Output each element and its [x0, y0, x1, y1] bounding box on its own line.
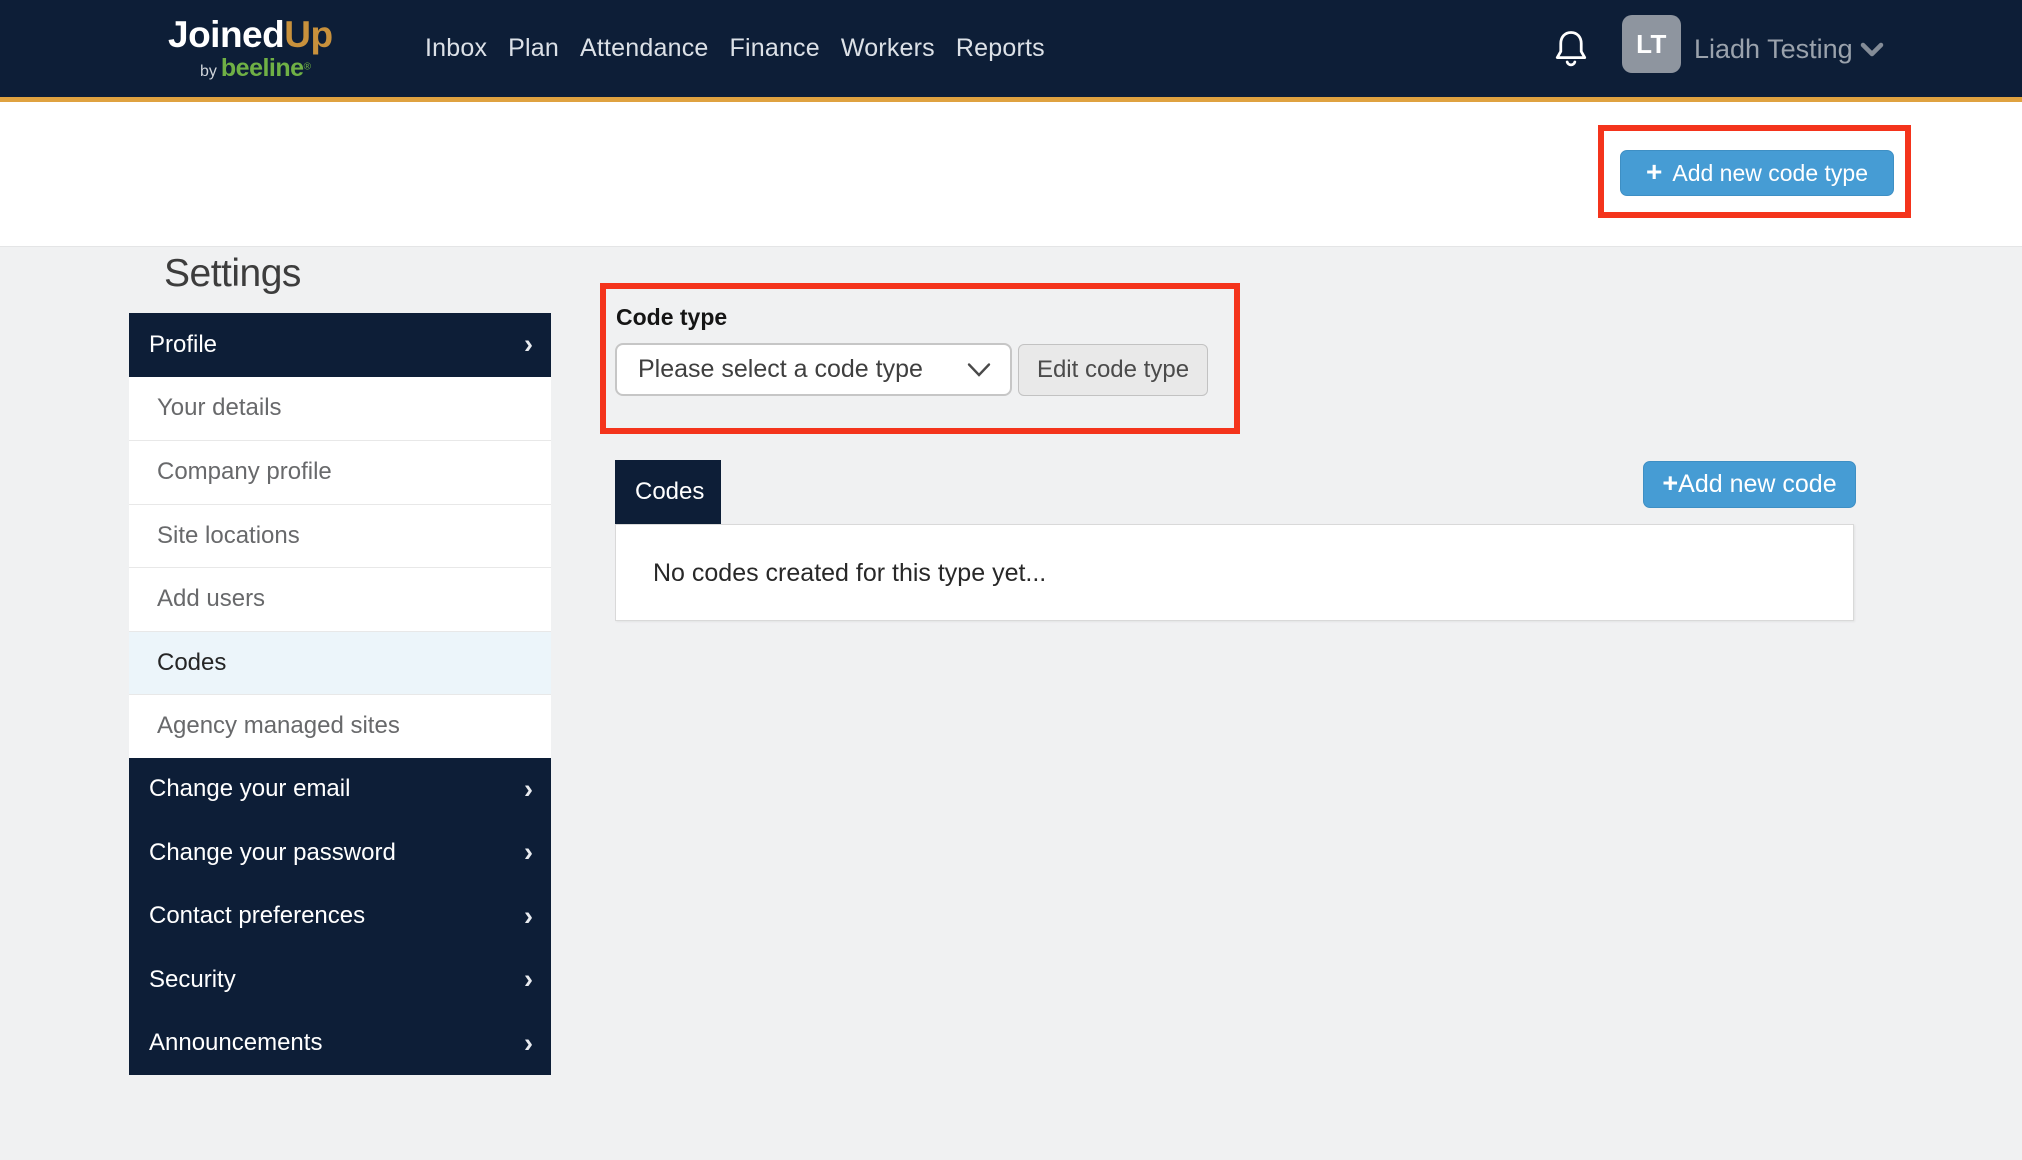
sidebar-item-security[interactable]: Security › — [129, 948, 551, 1012]
sidebar-item-change-your-password[interactable]: Change your password › — [129, 821, 551, 885]
sidebar-item-profile[interactable]: Profile › — [129, 313, 551, 377]
code-type-label: Code type — [616, 304, 727, 331]
logo-joined-text: Joined — [168, 14, 284, 55]
logo-wordmark: JoinedUp — [168, 16, 333, 53]
codes-tab[interactable]: Codes — [615, 460, 721, 524]
logo-up-text: Up — [284, 14, 332, 55]
add-new-code-type-button[interactable]: + Add new code type — [1620, 150, 1894, 196]
sidebar-item-label: Add users — [157, 585, 265, 613]
main-nav: Inbox Plan Attendance Finance Workers Re… — [425, 0, 1045, 97]
select-chevron-down-icon — [966, 362, 992, 378]
registered-mark-icon: ® — [304, 62, 311, 73]
sidebar-item-announcements[interactable]: Announcements › — [129, 1012, 551, 1076]
sidebar-item-label: Change your email — [149, 775, 350, 803]
sidebar-item-label: Site locations — [157, 522, 300, 550]
joinedup-logo[interactable]: JoinedUp bybeeline® — [168, 16, 333, 81]
sidebar-item-company-profile[interactable]: Company profile — [129, 440, 551, 504]
plus-icon: + — [1646, 158, 1662, 186]
sidebar-item-contact-preferences[interactable]: Contact preferences › — [129, 885, 551, 949]
user-menu-button[interactable] — [1860, 42, 1884, 63]
sidebar-item-label: Change your password — [149, 839, 396, 867]
sidebar-item-add-users[interactable]: Add users — [129, 567, 551, 631]
sidebar-item-codes[interactable]: Codes — [129, 631, 551, 695]
sidebar-item-label: Codes — [157, 649, 226, 677]
sidebar-item-label: Agency managed sites — [157, 712, 400, 740]
chevron-right-icon: › — [524, 1030, 533, 1057]
code-type-select[interactable]: Please select a code type — [615, 343, 1012, 396]
avatar[interactable]: LT — [1622, 15, 1681, 73]
add-new-code-type-label: Add new code type — [1672, 160, 1868, 187]
sidebar-item-agency-managed-sites[interactable]: Agency managed sites — [129, 694, 551, 758]
chevron-right-icon: › — [524, 966, 533, 993]
nav-reports[interactable]: Reports — [956, 34, 1045, 63]
user-menu-name[interactable]: Liadh Testing — [1694, 34, 1853, 65]
sidebar-item-label: Announcements — [149, 1029, 322, 1057]
add-new-code-label: Add new code — [1678, 470, 1836, 499]
nav-workers[interactable]: Workers — [841, 34, 935, 63]
codes-panel: No codes created for this type yet... — [615, 524, 1854, 621]
codes-tab-label: Codes — [635, 478, 704, 506]
notifications-button[interactable] — [1552, 28, 1590, 72]
settings-sidebar: Profile › Your details Company profile S… — [129, 313, 551, 1075]
logo-by-text: by — [200, 63, 217, 80]
chevron-down-icon — [1860, 42, 1884, 58]
sidebar-item-label: Profile — [149, 331, 217, 359]
chevron-right-icon: › — [524, 839, 533, 866]
logo-beeline-text: beeline — [221, 54, 304, 82]
sidebar-item-label: Your details — [157, 394, 282, 422]
nav-attendance[interactable]: Attendance — [580, 34, 709, 63]
edit-code-type-button[interactable]: Edit code type — [1018, 344, 1208, 396]
bell-icon — [1552, 28, 1590, 72]
sidebar-item-label: Security — [149, 966, 236, 994]
sidebar-item-site-locations[interactable]: Site locations — [129, 504, 551, 568]
topbar: JoinedUp bybeeline® Inbox Plan Attendanc… — [0, 0, 2022, 102]
logo-byline: bybeeline® — [200, 56, 333, 81]
sidebar-item-change-your-email[interactable]: Change your email › — [129, 758, 551, 822]
chevron-right-icon: › — [524, 903, 533, 930]
sidebar-item-your-details[interactable]: Your details — [129, 377, 551, 441]
sidebar-item-label: Company profile — [157, 458, 332, 486]
avatar-initials: LT — [1636, 29, 1667, 60]
code-type-select-value: Please select a code type — [638, 355, 923, 384]
chevron-right-icon: › — [524, 776, 533, 803]
nav-plan[interactable]: Plan — [508, 34, 559, 63]
edit-code-type-label: Edit code type — [1037, 356, 1189, 384]
codes-empty-message: No codes created for this type yet... — [653, 559, 1046, 588]
plus-icon: + — [1662, 470, 1678, 497]
add-new-code-button[interactable]: + Add new code — [1643, 461, 1856, 508]
nav-inbox[interactable]: Inbox — [425, 34, 487, 63]
chevron-right-icon: › — [524, 331, 533, 358]
nav-finance[interactable]: Finance — [730, 34, 820, 63]
page-title: Settings — [164, 252, 301, 296]
sidebar-item-label: Contact preferences — [149, 902, 365, 930]
